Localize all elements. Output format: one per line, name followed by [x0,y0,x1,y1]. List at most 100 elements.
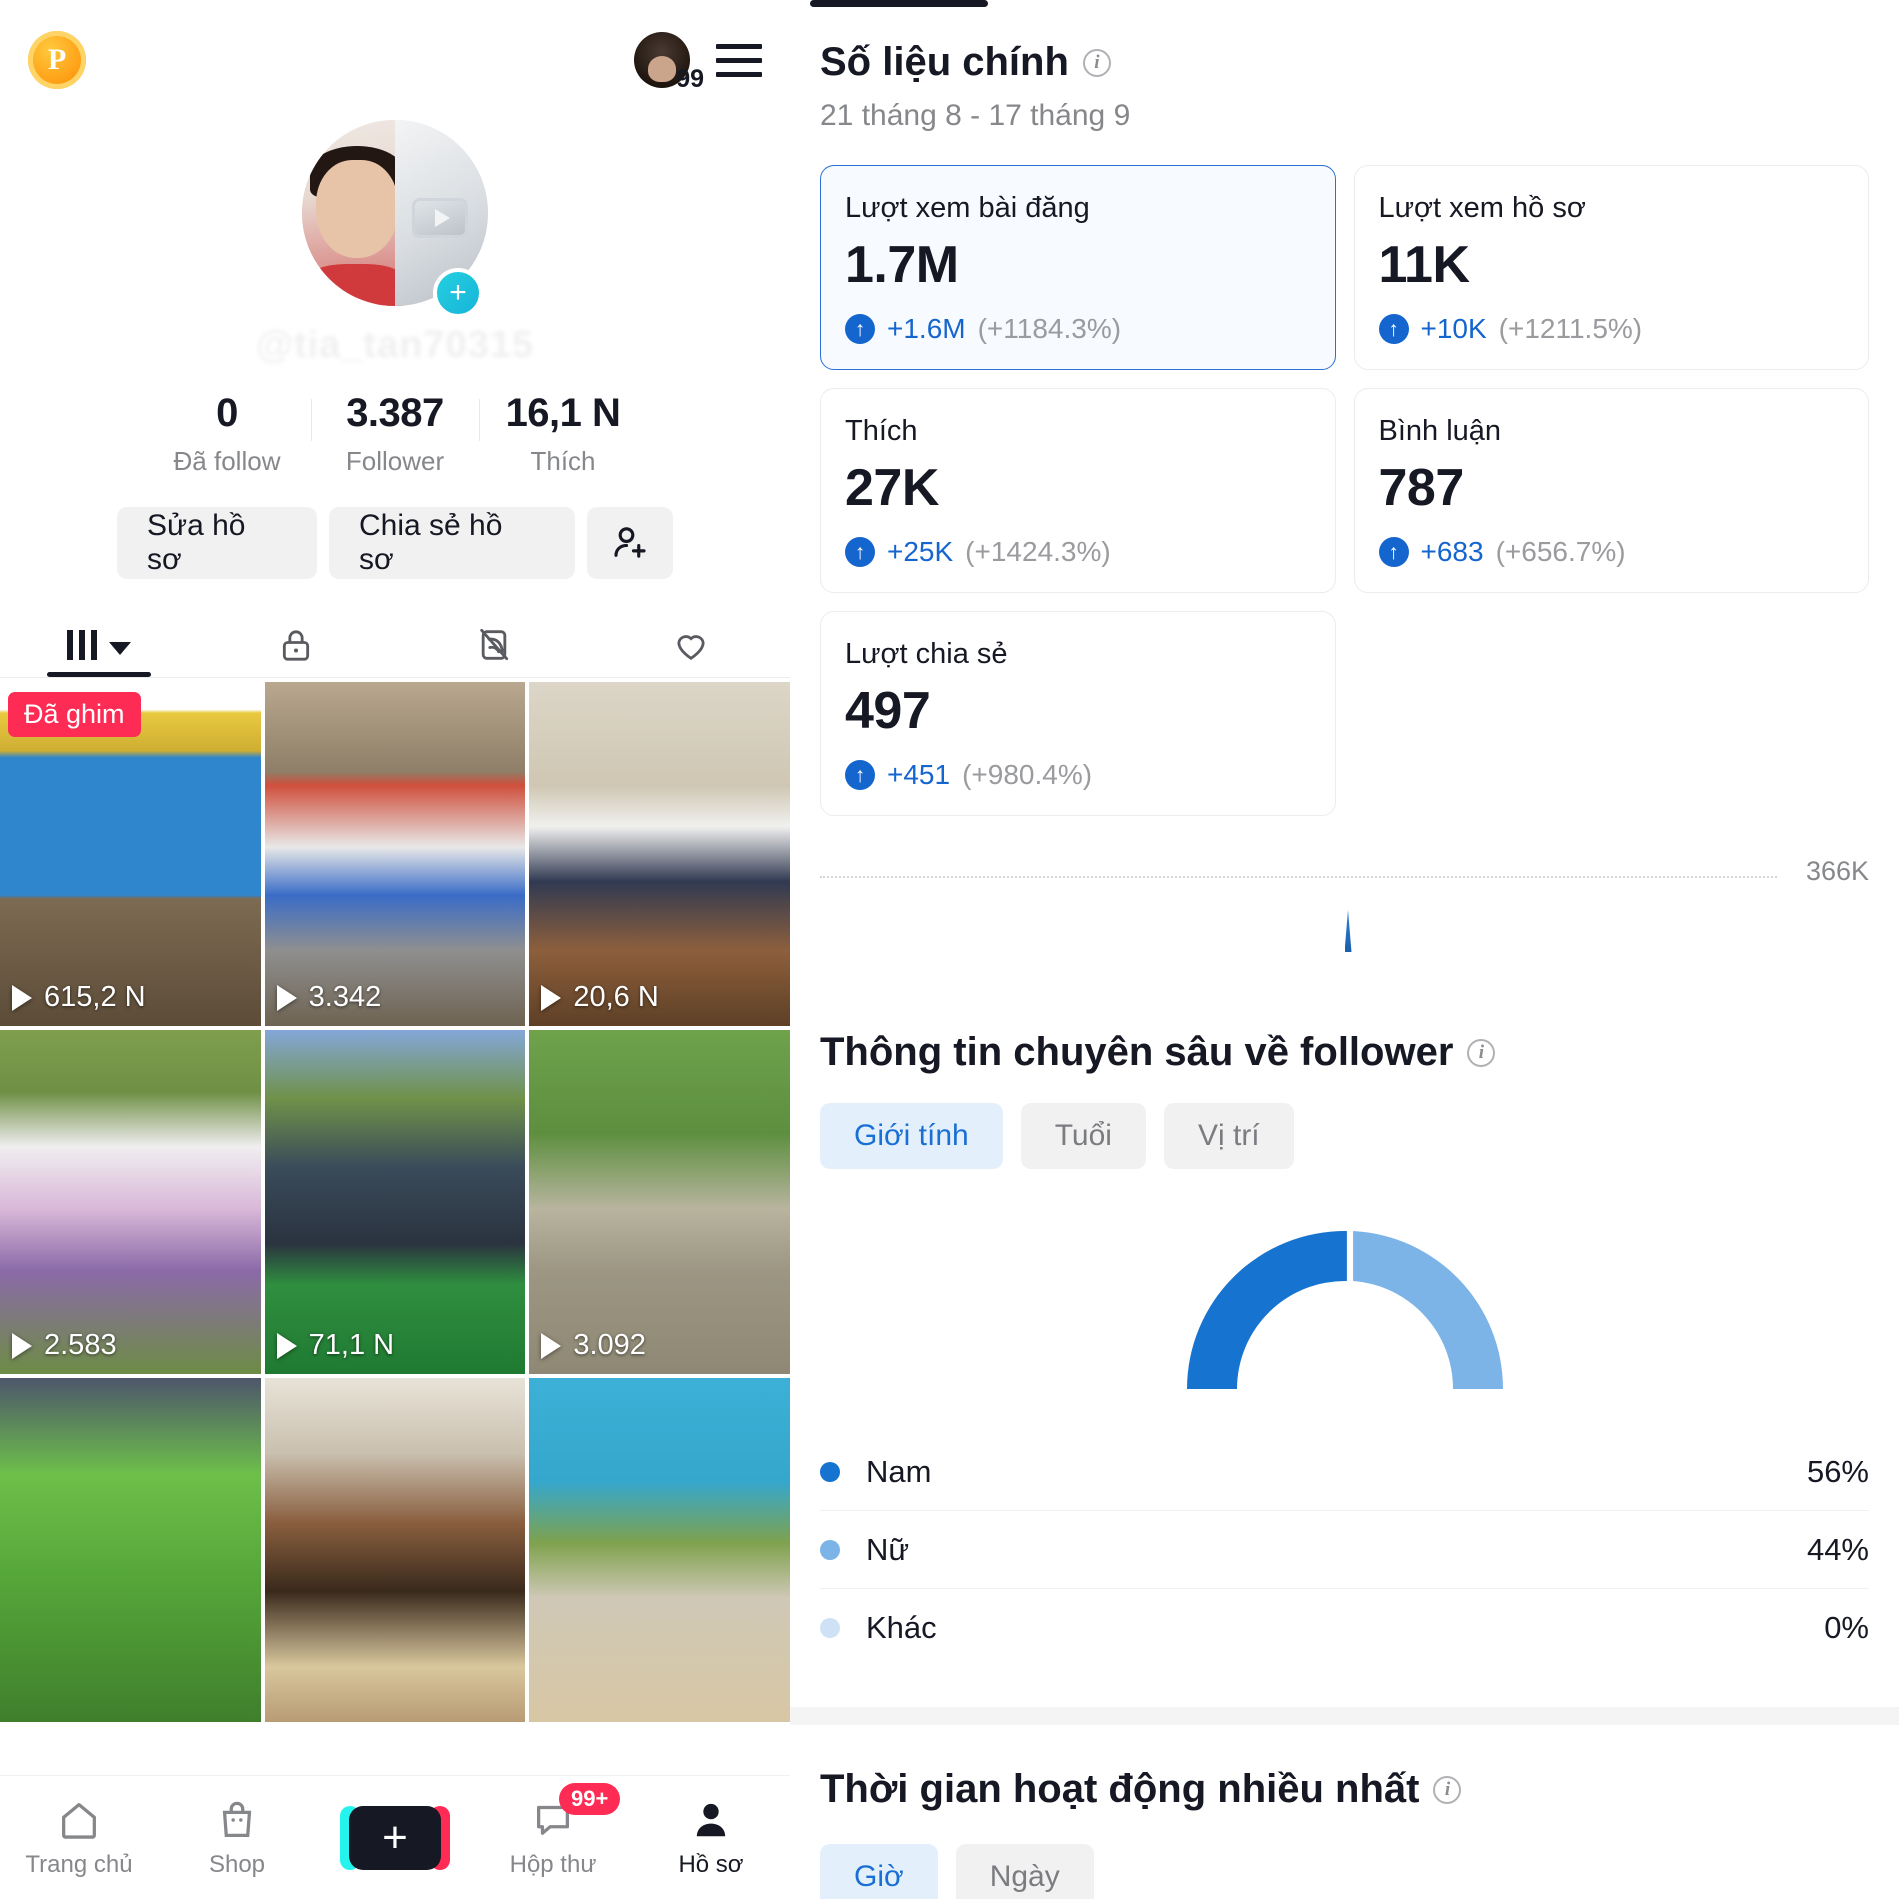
date-range-label: 21 tháng 8 - 17 tháng 9 [820,99,1131,132]
activity-title: Thời gian hoạt động nhiều nhất [820,1767,1420,1811]
avatar-photo-left [302,120,406,306]
metric-delta-percent: (+1424.3%) [965,536,1111,567]
metric-card-likes[interactable]: Thích 27K ↑ +25K (+1424.3%) [820,388,1336,593]
follower-insights-section: Thông tin chuyên sâu về follower i Giới … [790,1030,1899,1707]
video-view-count: 615,2 N [44,981,146,1013]
tab-gender[interactable]: Giới tính [820,1103,1003,1169]
info-icon[interactable]: i [1433,1775,1462,1804]
metric-label: Lượt xem bài đăng [845,192,1090,224]
legend-row-nam: Nam 56% [820,1433,1869,1511]
create-wrap: + [340,1805,450,1870]
chevron-down-icon [108,641,131,655]
gender-legend: Nam 56% Nữ 44% Khác 0% [820,1433,1869,1667]
nav-item-inbox[interactable]: 99+ Hộp thư [474,1782,632,1879]
video-cell[interactable]: Đã ghim 615,2 N [0,682,261,1026]
legend-dot-nam [820,1461,840,1482]
metric-delta-value: +25K [887,536,954,567]
metric-delta-percent: (+980.4%) [962,759,1093,790]
scroll-indicator[interactable] [810,0,988,7]
legend-label-khac: Khác [866,1610,937,1645]
video-cell[interactable]: 2.583 [0,1030,261,1374]
add-avatar-button[interactable]: + [433,268,483,318]
nav-item-home[interactable]: Trang chủ [0,1797,158,1879]
profile-handle: @tia_tan70315 [255,324,535,366]
video-cell[interactable]: 20,6 N [529,682,790,1026]
video-views: 3.342 [276,981,381,1014]
shop-bag-icon [222,1801,252,1837]
video-views: 615,2 N [12,981,146,1014]
video-views: 2.583 [12,1329,117,1362]
top-bar-right-group: 99 [634,32,762,93]
metric-card-comments[interactable]: Bình luận 787 ↑ +683 (+656.7%) [1353,388,1869,593]
active-tab-underline [47,672,151,677]
video-view-count: 71,1 N [308,1329,395,1361]
avatar-face [316,160,398,258]
legend-label-nam: Nam [866,1453,932,1489]
nav-item-create[interactable]: + [316,1805,474,1870]
tab-private[interactable] [198,613,396,677]
profile-content-tabs [0,605,790,677]
key-metrics-card: Số liệu chính i 21 tháng 8 - 17 tháng 9 … [790,0,1899,1707]
pinned-badge: Đã ghim [8,692,141,737]
play-icon [12,1332,32,1359]
metric-label: Thích [845,415,918,447]
notification-avatar[interactable]: 99 [634,32,704,93]
gauge-slice-nu [1352,1231,1503,1389]
screenshot-root: P 99 + @tia_tan70315 0 Đã follow 3.387 F… [0,0,1899,1899]
video-grid: Đã ghim 615,2 N 3.342 20,6 N 2.583 71,1 … [0,682,790,1722]
stat-followers[interactable]: 3.387 Follower [311,391,479,477]
metric-value: 787 [1378,459,1465,517]
tab-age[interactable]: Tuổi [1020,1103,1146,1169]
share-profile-button[interactable]: Chia sẻ hồ sơ [329,507,575,579]
video-cell[interactable]: 3.342 [264,682,526,1026]
create-plus-icon[interactable]: + [340,1805,450,1870]
tab-location[interactable]: Vị trí [1163,1103,1294,1169]
play-button-plaque-icon [412,198,468,238]
tab-hour[interactable]: Giờ [820,1844,938,1899]
metric-card-profile-views[interactable]: Lượt xem hồ sơ 11K ↑ +10K (+1211.5%) [1353,165,1869,370]
video-cell[interactable]: 3.092 [529,1030,790,1374]
play-icon [541,984,562,1011]
nav-item-shop[interactable]: Shop [158,1797,316,1879]
metric-card-post-views[interactable]: Lượt xem bài đăng 1.7M ↑ +1.6M (+1184.3%… [820,165,1336,370]
video-cell[interactable]: 71,1 N [264,1030,526,1374]
avatar-shirt [306,264,406,306]
key-metrics-section: Số liệu chính i 21 tháng 8 - 17 tháng 9 … [790,0,1899,1030]
stat-following[interactable]: 0 Đã follow [143,391,311,477]
profile-stats: 0 Đã follow 3.387 Follower 16,1 N Thích [0,391,790,477]
play-icon [12,984,32,1011]
stat-following-label: Đã follow [173,446,281,476]
video-cell[interactable] [264,1378,526,1722]
video-views: 3.092 [541,1329,646,1362]
stat-likes[interactable]: 16,1 N Thích [479,391,647,477]
video-cell[interactable] [0,1378,261,1722]
metric-card-shares[interactable]: Lượt chia sẻ 497 ↑ +451 (+980.4%) [820,611,1336,816]
arrow-up-icon: ↑ [845,760,875,790]
coin-reward-icon[interactable]: P [28,31,86,89]
insight-tab-group: Giới tính Tuổi Vị trí [820,1103,1869,1169]
tab-day[interactable]: Ngày [955,1844,1094,1899]
metric-delta-value: +1.6M [887,313,966,344]
menu-icon[interactable] [716,43,762,77]
metric-delta: ↑ +1.6M (+1184.3%) [845,313,1311,345]
chart-gridline-label: 366K [1805,856,1869,886]
nav-label-shop: Shop [208,1850,266,1878]
nav-item-profile[interactable]: Hồ sơ [632,1797,790,1879]
key-metrics-header: Số liệu chính i [820,40,1869,85]
metric-value: 11K [1378,236,1471,294]
edit-profile-button[interactable]: Sửa hồ sơ [117,507,317,579]
home-icon [62,1802,96,1839]
add-friend-button[interactable] [587,507,673,579]
tab-liked[interactable] [593,613,791,677]
follower-insights-title: Thông tin chuyên sâu về follower [820,1030,1454,1074]
video-views: 20,6 N [541,981,659,1014]
stat-followers-value: 3.387 [346,391,444,435]
tabs-divider [0,677,790,678]
info-icon[interactable]: i [1467,1038,1496,1067]
tab-videos[interactable] [0,613,198,677]
tab-reposts[interactable] [395,613,593,677]
stat-likes-label: Thích [530,446,596,476]
info-icon[interactable]: i [1082,48,1111,77]
video-cell[interactable] [529,1378,790,1722]
metric-delta-value: +10K [1420,313,1487,344]
